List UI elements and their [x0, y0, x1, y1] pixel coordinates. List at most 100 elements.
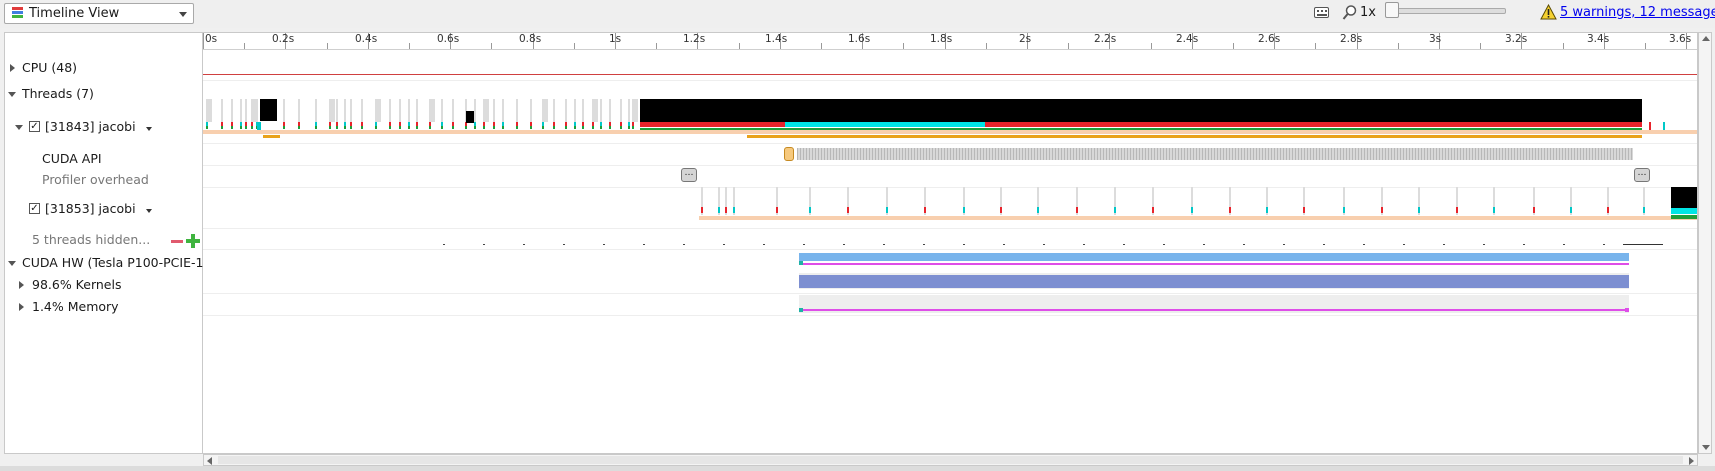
- lane-thread-31853[interactable]: [203, 187, 1697, 229]
- event-mark: [350, 126, 352, 129]
- cuda-api-calls[interactable]: [797, 148, 1633, 160]
- collapse-arrow-icon[interactable]: [8, 92, 16, 97]
- idle-mark: [565, 99, 567, 122]
- chevron-down-icon[interactable]: [146, 127, 152, 131]
- ruler-tick: [1315, 43, 1316, 49]
- idle-mark: [530, 99, 532, 122]
- vertical-scrollbar[interactable]: [1698, 32, 1712, 454]
- ruler-label: 1.4s: [765, 33, 788, 45]
- tree-row-kernels[interactable]: 98.6% Kernels: [5, 274, 202, 296]
- cuda-api-call[interactable]: [784, 147, 794, 161]
- idle-mark: [620, 99, 622, 122]
- event-mark: [399, 126, 401, 129]
- zoom-slider-thumb[interactable]: [1385, 2, 1399, 18]
- keyboard-icon[interactable]: [1314, 7, 1329, 18]
- activity-dot: [1563, 244, 1565, 245]
- activity-dot: [1043, 244, 1045, 245]
- expand-more-button[interactable]: …: [1634, 168, 1650, 182]
- collapse-arrow-icon[interactable]: [8, 261, 16, 266]
- ruler-label: 2s: [1019, 33, 1032, 45]
- event-mark: [733, 207, 735, 213]
- event-mark: [452, 126, 454, 129]
- tree-row-thread-31853[interactable]: ✓ [31853] jacobi: [5, 198, 202, 220]
- scroll-left-icon[interactable]: [207, 457, 212, 465]
- cuda-sync-bar: [785, 122, 985, 127]
- lane-hidden-threads[interactable]: [203, 228, 1697, 250]
- warnings-link[interactable]: 5 warnings, 12 messages: [1560, 5, 1715, 20]
- idle-mark: [592, 99, 598, 122]
- ruler-label: 1.2s: [683, 33, 706, 45]
- timeline-canvas[interactable]: 0s 0.2s 0.4s 0.6s 0.8s 1s 1.2s 1.4s 1.6s…: [203, 32, 1698, 454]
- kernel-blocks[interactable]: [799, 275, 1629, 288]
- memory-transfer-bar[interactable]: [799, 309, 1629, 311]
- lane-profiler-overhead[interactable]: … …: [203, 165, 1697, 188]
- event-mark: [465, 126, 467, 129]
- lane-cpu[interactable]: [203, 50, 1697, 81]
- view-select-dropdown[interactable]: Timeline View: [4, 3, 194, 24]
- horizontal-scroll-thumb[interactable]: [218, 456, 1683, 464]
- chevron-down-icon: [179, 12, 187, 17]
- expand-arrow-icon[interactable]: [10, 64, 15, 72]
- event-mark: [701, 207, 703, 213]
- zoom-slider[interactable]: [1390, 8, 1506, 14]
- collapse-arrow-icon[interactable]: [15, 125, 23, 130]
- activity-dot: [563, 244, 565, 245]
- lane-cuda-hw[interactable]: [203, 249, 1697, 272]
- add-icon[interactable]: [186, 234, 200, 248]
- horizontal-scrollbar[interactable]: [203, 454, 1698, 466]
- event-mark: [1418, 207, 1420, 213]
- expand-arrow-icon[interactable]: [19, 303, 24, 311]
- expand-arrow-icon[interactable]: [19, 281, 24, 289]
- idle-mark: [493, 99, 495, 122]
- lane-kernels[interactable]: [203, 271, 1697, 294]
- remove-icon[interactable]: [171, 240, 183, 243]
- activity-dot: [1323, 244, 1325, 245]
- activity-dot: [1243, 244, 1245, 245]
- chevron-down-icon[interactable]: [146, 209, 152, 213]
- timeline-tree-panel: CPU (48) Threads (7) ✓ [31843] jacobi CU…: [4, 32, 211, 454]
- event-mark: [1266, 207, 1268, 213]
- memory-summary-bar[interactable]: [799, 263, 1629, 265]
- idle-mark: [429, 99, 435, 122]
- warning-icon: [1540, 4, 1557, 20]
- event-mark: [542, 126, 544, 129]
- scroll-right-icon[interactable]: [1689, 457, 1694, 465]
- time-ruler[interactable]: 0s 0.2s 0.4s 0.6s 0.8s 1s 1.2s 1.4s 1.6s…: [203, 33, 1697, 50]
- activity-dot: [1603, 244, 1605, 245]
- lane-thread-31843[interactable]: [203, 99, 1697, 144]
- kernel-summary-bar[interactable]: [799, 253, 1629, 261]
- idle-mark: [600, 99, 602, 122]
- thread-visible-checkbox[interactable]: ✓: [29, 203, 40, 214]
- orange-activity-bar: [747, 135, 1642, 138]
- ruler-tick: [656, 43, 657, 49]
- event-mark: [329, 126, 331, 129]
- cuda-sync-bar: [1671, 208, 1697, 214]
- activity-dot: [1163, 244, 1165, 245]
- event-mark: [620, 126, 622, 129]
- idle-mark: [256, 99, 258, 122]
- tree-row-cuda-hw[interactable]: CUDA HW (Tesla P100-PCIE-16: [5, 252, 211, 274]
- event-mark: [474, 126, 476, 129]
- thread-visible-checkbox[interactable]: ✓: [29, 121, 40, 132]
- idle-mark: [416, 99, 418, 122]
- event-mark: [408, 126, 410, 129]
- idle-mark: [542, 99, 548, 122]
- idle-mark: [221, 99, 223, 122]
- ruler-tick: [1068, 43, 1069, 49]
- ruler-label: 1.8s: [930, 33, 953, 45]
- lane-memory[interactable]: [203, 293, 1697, 316]
- activity-dot: [763, 244, 765, 245]
- tree-row-profiler-overhead[interactable]: Profiler overhead: [5, 169, 202, 191]
- tree-row-cpu[interactable]: CPU (48): [5, 57, 202, 79]
- event-mark: [221, 126, 223, 129]
- scroll-down-icon[interactable]: [1702, 445, 1710, 450]
- tree-row-cuda-api[interactable]: CUDA API: [5, 148, 202, 170]
- lane-cuda-api[interactable]: [203, 143, 1697, 166]
- expand-more-button[interactable]: …: [681, 168, 697, 182]
- tree-row-memory[interactable]: 1.4% Memory: [5, 296, 202, 318]
- tree-row-threads[interactable]: Threads (7): [5, 83, 202, 105]
- scroll-up-icon[interactable]: [1702, 36, 1710, 41]
- tree-row-thread-31843[interactable]: ✓ [31843] jacobi: [5, 116, 202, 138]
- zoom-icon[interactable]: [1342, 4, 1358, 21]
- ruler-tick: [1398, 43, 1399, 49]
